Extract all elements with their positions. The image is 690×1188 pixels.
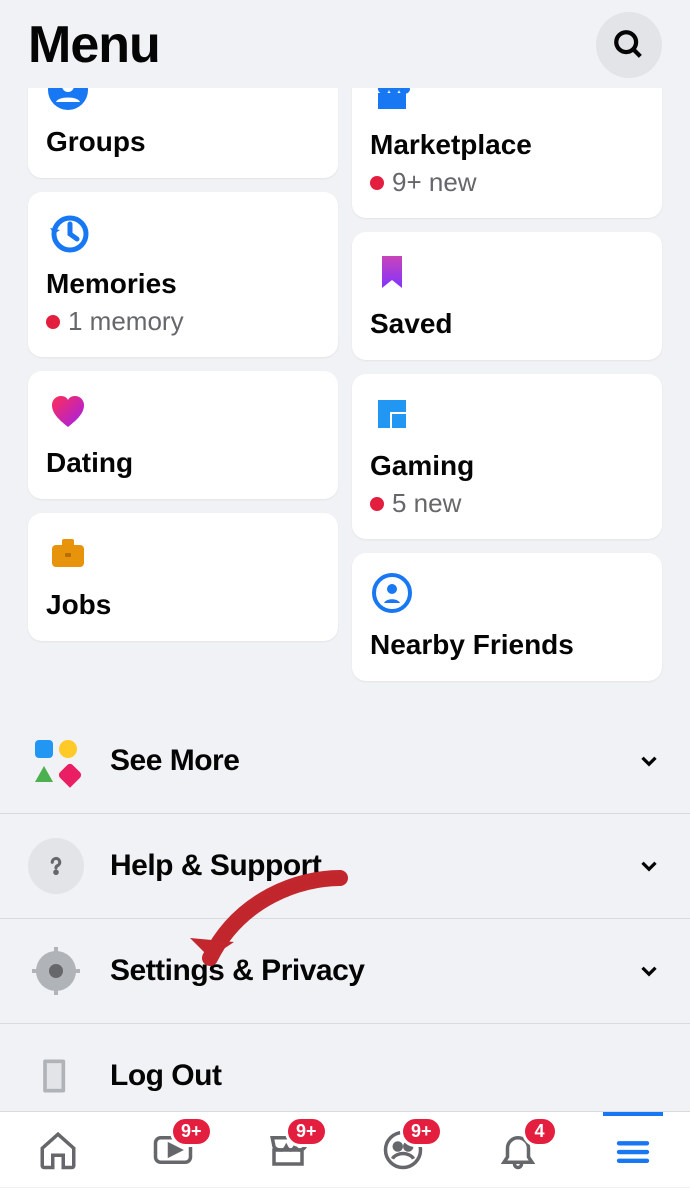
dating-icon (46, 389, 90, 433)
list-item-see-more[interactable]: See More (0, 709, 690, 813)
logout-icon (28, 1048, 84, 1104)
groups-icon (46, 88, 90, 112)
card-sub: 9+ new (370, 167, 644, 198)
gaming-icon (370, 392, 414, 436)
tab-home[interactable] (28, 1122, 88, 1178)
card-nearby-friends[interactable]: Nearby Friends (352, 553, 662, 681)
bottom-tab-bar: 9+ 9+ 9+ 4 (0, 1111, 690, 1187)
hamburger-icon (612, 1131, 654, 1173)
row-label: Settings & Privacy (110, 954, 636, 988)
card-label: Saved (370, 308, 644, 340)
new-dot-icon (370, 497, 384, 511)
page-title: Menu (28, 15, 160, 75)
list-item-settings-privacy[interactable]: Settings & Privacy (0, 918, 690, 1023)
card-dating[interactable]: Dating (28, 371, 338, 499)
tab-badge: 9+ (170, 1116, 213, 1147)
card-marketplace[interactable]: Marketplace 9+ new (352, 88, 662, 218)
card-gaming[interactable]: Gaming 5 new (352, 374, 662, 539)
list-item-log-out[interactable]: Log Out (0, 1023, 690, 1111)
card-label: Nearby Friends (370, 629, 644, 661)
chevron-down-icon (636, 958, 662, 984)
tab-badge: 9+ (285, 1116, 328, 1147)
card-memories[interactable]: Memories 1 memory (28, 192, 338, 357)
search-button[interactable] (596, 12, 662, 78)
menu-scroll[interactable]: Groups Memories 1 memory Dating Jobs Mar… (0, 88, 690, 1111)
row-label: Log Out (110, 1059, 662, 1093)
tab-groups[interactable]: 9+ (373, 1122, 433, 1178)
tab-marketplace[interactable]: 9+ (258, 1122, 318, 1178)
card-label: Groups (46, 126, 320, 158)
see-more-icon (28, 733, 84, 789)
gear-icon (28, 943, 84, 999)
new-dot-icon (46, 315, 60, 329)
tab-badge: 4 (522, 1116, 558, 1147)
search-icon (612, 28, 646, 62)
home-icon (37, 1129, 79, 1171)
nearby-friends-icon (370, 571, 414, 615)
card-label: Dating (46, 447, 320, 479)
card-label: Marketplace (370, 129, 644, 161)
help-icon (28, 838, 84, 894)
card-sub: 1 memory (46, 306, 320, 337)
card-label: Jobs (46, 589, 320, 621)
shortcut-grid: Groups Memories 1 memory Dating Jobs Mar… (0, 88, 690, 681)
card-sub: 5 new (370, 488, 644, 519)
card-label: Gaming (370, 450, 644, 482)
card-label: Memories (46, 268, 320, 300)
new-dot-icon (370, 176, 384, 190)
jobs-icon (46, 531, 90, 575)
row-label: Help & Support (110, 849, 636, 883)
tab-notifications[interactable]: 4 (488, 1122, 548, 1178)
chevron-down-icon (636, 853, 662, 879)
header: Menu (0, 0, 690, 88)
card-saved[interactable]: Saved (352, 232, 662, 360)
card-groups[interactable]: Groups (28, 88, 338, 178)
card-jobs[interactable]: Jobs (28, 513, 338, 641)
tab-watch[interactable]: 9+ (143, 1122, 203, 1178)
tab-badge: 9+ (400, 1116, 443, 1147)
saved-icon (370, 250, 414, 294)
marketplace-icon (370, 88, 414, 115)
memories-icon (46, 210, 90, 254)
list-item-help-support[interactable]: Help & Support (0, 813, 690, 918)
tab-menu[interactable] (603, 1112, 663, 1188)
menu-list: See More Help & Support Settings & Priva… (0, 709, 690, 1111)
row-label: See More (110, 744, 636, 778)
chevron-down-icon (636, 748, 662, 774)
